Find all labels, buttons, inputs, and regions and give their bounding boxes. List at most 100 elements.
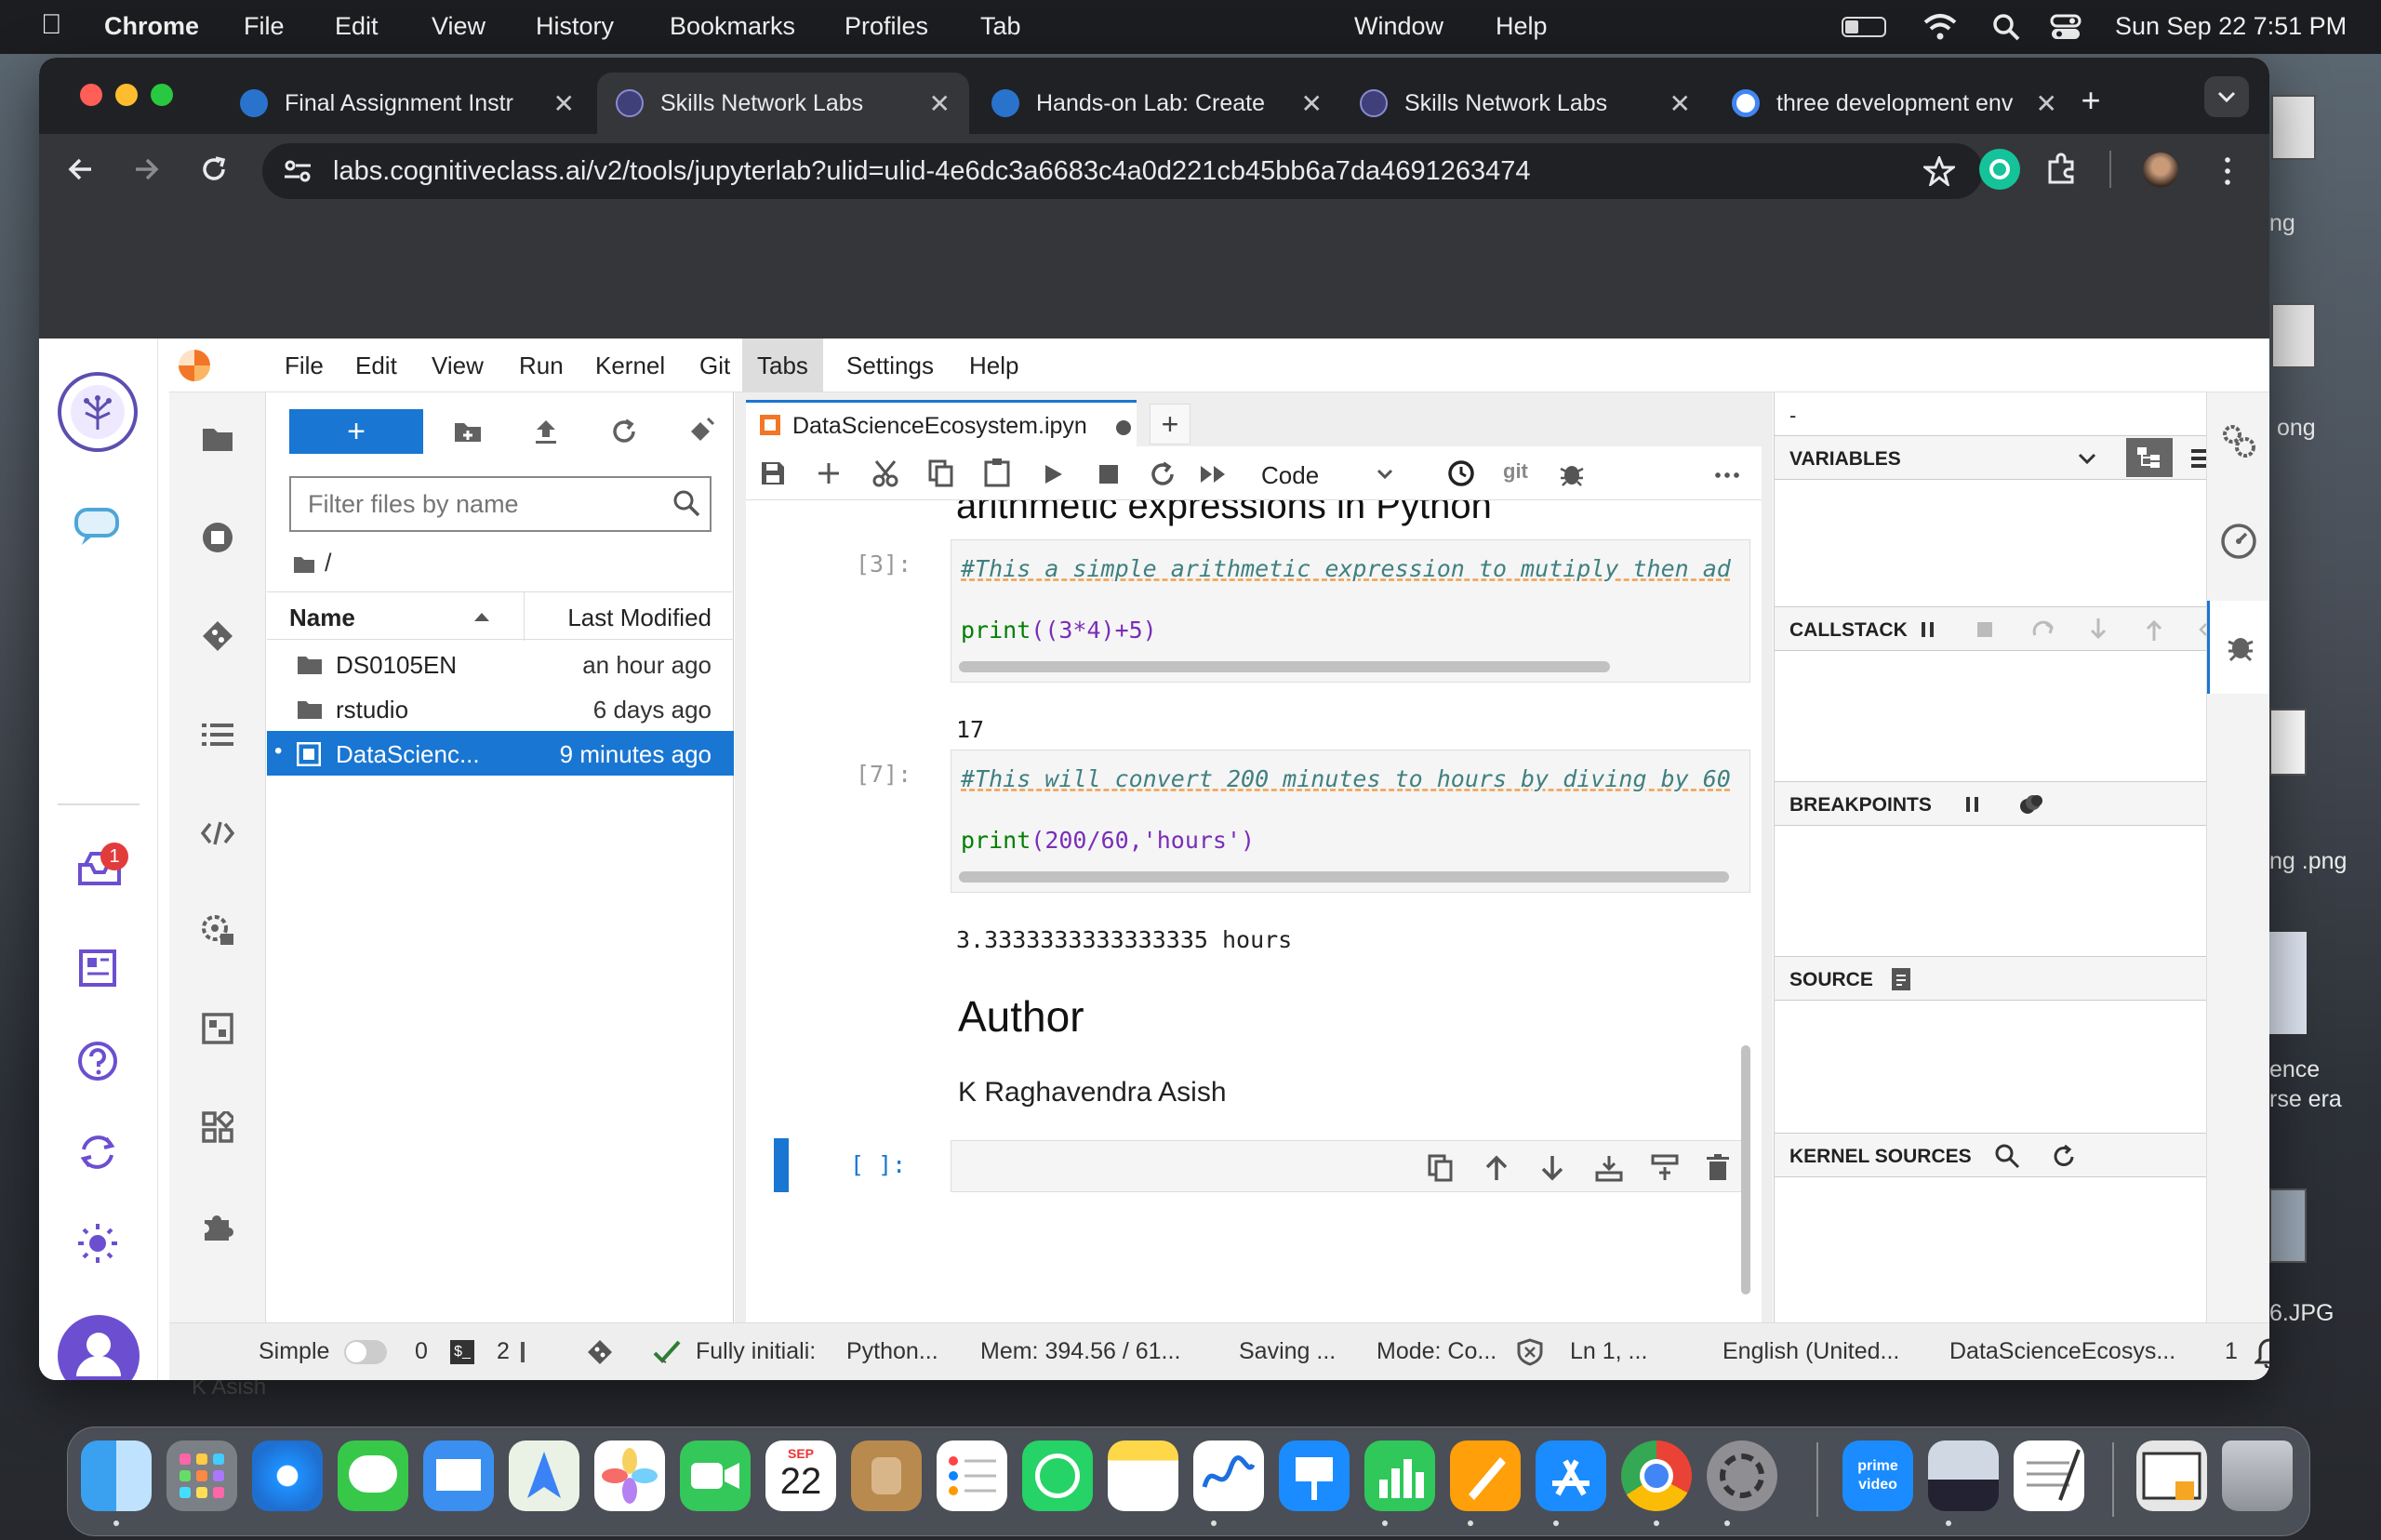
mail-icon[interactable] xyxy=(423,1440,494,1511)
calendar-icon[interactable]: SEP 22 xyxy=(765,1440,836,1511)
stop-icon[interactable] xyxy=(1977,622,1992,637)
menubar-app-name[interactable]: Chrome xyxy=(104,12,199,41)
close-tab-icon[interactable]: ✕ xyxy=(1301,88,1323,119)
run-cell-icon[interactable] xyxy=(1044,463,1064,485)
save-icon[interactable] xyxy=(761,461,785,485)
browser-tab[interactable]: Skills Network Labs ✕ xyxy=(1341,73,1709,134)
profile-avatar[interactable] xyxy=(2143,153,2178,188)
browser-tab[interactable]: three development env ✕ xyxy=(1713,73,2076,134)
trust-shield-icon[interactable] xyxy=(1516,1338,1544,1366)
browser-tab[interactable]: Hands-on Lab: Create ✕ xyxy=(973,73,1341,134)
jmenu-run[interactable]: Run xyxy=(519,352,564,380)
menubar-profiles[interactable]: Profiles xyxy=(845,12,928,41)
prime-video-icon[interactable]: prime video xyxy=(1842,1440,1913,1511)
tab-search-button[interactable] xyxy=(2204,76,2249,117)
table-of-contents-icon[interactable] xyxy=(169,707,266,763)
maps-icon[interactable] xyxy=(509,1440,579,1511)
contacts-icon[interactable] xyxy=(851,1440,922,1511)
desktop-file-thumbnail[interactable] xyxy=(2269,1188,2307,1263)
file-row[interactable]: DS0105EN an hour ago xyxy=(267,642,734,686)
jmenu-tabs[interactable]: Tabs xyxy=(742,339,823,392)
desktop-file-label[interactable]: ence xyxy=(2269,1056,2320,1083)
extensions-puzzle-icon[interactable] xyxy=(2044,153,2078,186)
downloads-folder-icon[interactable] xyxy=(2136,1440,2207,1511)
bookmark-star-icon[interactable] xyxy=(1923,156,1955,186)
git-status-icon[interactable] xyxy=(586,1338,614,1366)
step-over-icon[interactable] xyxy=(2031,618,2055,641)
code-cell-input[interactable]: #This a simple arithmetic expression to … xyxy=(951,539,1750,683)
jmenu-kernel[interactable]: Kernel xyxy=(595,352,665,380)
vertical-scrollbar[interactable] xyxy=(1741,1045,1750,1294)
unsaved-indicator-icon[interactable] xyxy=(1116,420,1131,435)
simple-mode-toggle[interactable] xyxy=(344,1340,387,1364)
desktop-file-thumbnail[interactable] xyxy=(2271,95,2316,160)
extensions-grid-icon[interactable] xyxy=(169,1099,266,1155)
duplicate-cell-icon[interactable] xyxy=(1428,1154,1454,1182)
desktop-file-thumbnail[interactable] xyxy=(2269,932,2307,1034)
upload-icon[interactable] xyxy=(527,413,565,450)
column-name-header[interactable]: Name xyxy=(289,604,355,632)
callstack-section-header[interactable]: CALLSTACK xyxy=(1775,606,2242,651)
resource-usage-gauge-icon[interactable] xyxy=(2220,523,2257,560)
freeform-icon[interactable] xyxy=(1193,1440,1264,1511)
menubar-datetime[interactable]: Sun Sep 22 7:51 PM xyxy=(2115,12,2347,41)
code-cell-input[interactable]: #This will convert 200 minutes to hours … xyxy=(951,750,1750,893)
desktop-file-label[interactable]: ng xyxy=(2269,210,2295,237)
debugger-sidebar-tab[interactable] xyxy=(2207,601,2269,694)
app-store-icon[interactable] xyxy=(1536,1440,1606,1511)
jmenu-git[interactable]: Git xyxy=(699,352,730,380)
cell-type-select[interactable]: Code xyxy=(1248,454,1406,493)
desktop-file-label[interactable]: ong xyxy=(2277,415,2316,442)
menubar-tab[interactable]: Tab xyxy=(980,12,1021,41)
desktop-file-thumbnail[interactable] xyxy=(2271,303,2316,368)
apple-icon[interactable]:  xyxy=(41,9,62,41)
desktop-file-label[interactable]: rse era xyxy=(2269,1086,2342,1113)
chevron-down-icon[interactable] xyxy=(2078,453,2096,464)
horizontal-scrollbar[interactable] xyxy=(959,871,1729,883)
menubar-edit[interactable]: Edit xyxy=(335,12,379,41)
horizontal-scrollbar[interactable] xyxy=(959,661,1610,672)
address-bar[interactable]: labs.cognitiveclass.ai/v2/tools/jupyterl… xyxy=(262,143,1983,199)
sync-icon[interactable] xyxy=(76,1131,119,1174)
search-icon[interactable] xyxy=(1994,1143,2020,1169)
messages-icon[interactable] xyxy=(338,1440,408,1511)
notebook-mode[interactable]: Mode: Co... xyxy=(1377,1338,1496,1365)
search-icon[interactable] xyxy=(672,489,700,517)
interrupt-kernel-icon[interactable] xyxy=(1099,465,1118,484)
close-tab-icon[interactable]: ✕ xyxy=(2036,88,2057,119)
file-row[interactable]: rstudio 6 days ago xyxy=(267,686,734,731)
refresh-icon[interactable] xyxy=(2052,1145,2076,1169)
grammarly-extension-icon[interactable] xyxy=(1979,149,2020,190)
whatsapp-icon[interactable] xyxy=(1022,1440,1093,1511)
spellcheck-language[interactable]: English (United... xyxy=(1723,1338,1899,1365)
jmenu-view[interactable]: View xyxy=(432,352,484,380)
preview-icon[interactable] xyxy=(1928,1440,1999,1511)
menubar-help[interactable]: Help xyxy=(1496,12,1548,41)
theme-brightness-icon[interactable] xyxy=(76,1222,119,1265)
more-options-icon[interactable] xyxy=(1713,472,1741,478)
paste-icon[interactable] xyxy=(984,458,1010,487)
close-tab-icon[interactable]: ✕ xyxy=(553,88,575,119)
forward-icon[interactable] xyxy=(132,154,162,184)
new-launcher-button[interactable]: + xyxy=(289,409,423,454)
new-folder-icon[interactable] xyxy=(449,413,486,450)
back-icon[interactable] xyxy=(65,154,95,184)
control-center-icon[interactable] xyxy=(2050,13,2082,41)
finder-icon[interactable] xyxy=(81,1440,152,1511)
restart-kernel-icon[interactable] xyxy=(1150,461,1176,487)
desktop-file-thumbnail[interactable] xyxy=(2269,709,2307,776)
photos-icon[interactable] xyxy=(594,1440,665,1511)
chrome-icon[interactable] xyxy=(1621,1440,1692,1511)
open-in-editor-icon[interactable] xyxy=(1890,966,1914,992)
source-section-header[interactable]: SOURCE xyxy=(1775,956,2242,1001)
close-tab-icon[interactable]: ✕ xyxy=(929,88,951,119)
kernel-status-icon[interactable] xyxy=(519,1342,528,1362)
notebook-tab[interactable]: DataScienceEcosystem.ipyn xyxy=(746,400,1137,446)
desktop-file-label[interactable]: ng .png xyxy=(2269,848,2347,875)
insert-cell-icon[interactable] xyxy=(817,461,841,485)
extension-manager-icon[interactable] xyxy=(169,1198,266,1254)
file-browser-icon[interactable] xyxy=(169,411,266,467)
help-icon[interactable] xyxy=(76,1040,119,1082)
battery-icon[interactable] xyxy=(1842,17,1886,37)
close-tab-icon[interactable]: ✕ xyxy=(1669,88,1691,119)
